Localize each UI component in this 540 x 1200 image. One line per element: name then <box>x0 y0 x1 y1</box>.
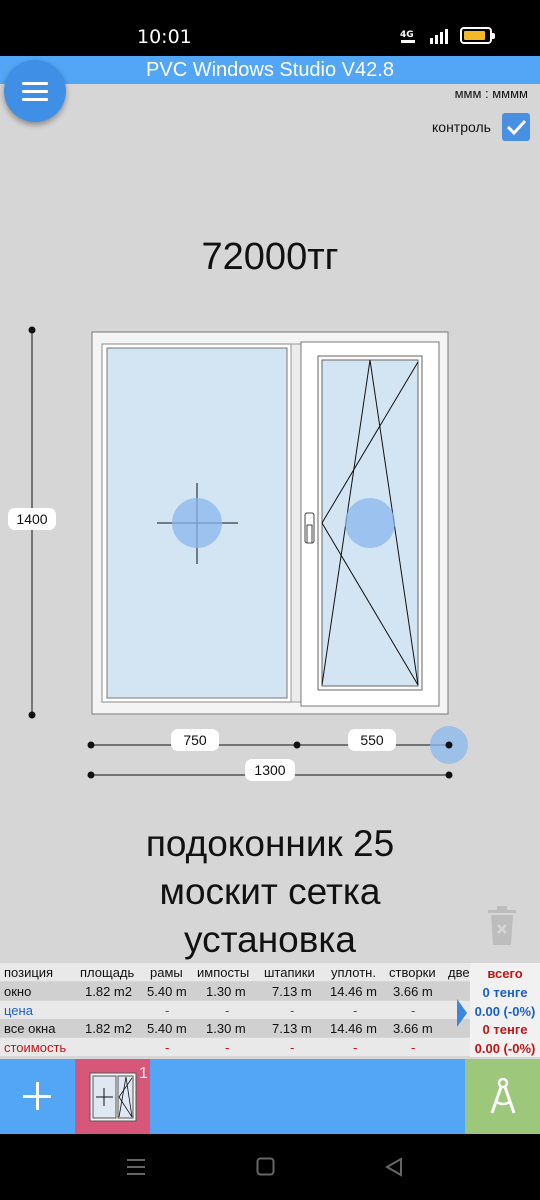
table-cell: 7.13 m <box>272 984 312 999</box>
table-cell: - <box>225 1040 230 1055</box>
note-line: установка <box>184 919 356 960</box>
right-width-label[interactable]: 550 <box>348 729 396 751</box>
totals-column: всего 0 тенге 0.00 (-0%) 0 тенге 0.00 (-… <box>470 963 540 1057</box>
table-cell: 14.46 m <box>330 984 377 999</box>
note-line: москит сетка <box>159 871 381 912</box>
column-header: уплотн. <box>331 965 376 980</box>
total-cell: 0 тенге <box>482 985 528 1000</box>
window-thumbnail[interactable]: 1 <box>75 1059 150 1134</box>
table-cell: - <box>411 1040 416 1055</box>
window-thumbnail-icon <box>89 1072 137 1122</box>
table-cell: 5.40 m <box>147 1021 187 1036</box>
height-dimension-label[interactable]: 1400 <box>8 508 56 530</box>
table-cell: 14.46 m <box>330 1021 377 1036</box>
table-cell: - <box>353 1040 358 1055</box>
column-header: рамы <box>150 965 183 980</box>
table-cell: 1.30 m <box>206 1021 246 1036</box>
add-window-button[interactable] <box>0 1059 75 1134</box>
column-header: импосты <box>197 965 250 980</box>
total-width-label[interactable]: 1300 <box>245 759 295 781</box>
compass-icon <box>490 1077 516 1114</box>
order-notes: подоконник 25 москит сетка установка <box>0 820 540 964</box>
trash-icon[interactable] <box>486 906 518 946</box>
table-cell: - <box>411 1003 416 1018</box>
table-cell: - <box>225 1003 230 1018</box>
table-cell: 1.82 m2 <box>85 1021 132 1036</box>
fixed-pane-handle-marker <box>172 498 222 548</box>
left-width-label[interactable]: 750 <box>171 729 219 751</box>
window-count-badge: 1 <box>139 1065 148 1082</box>
home-icon[interactable] <box>256 1157 275 1176</box>
note-line: подоконник 25 <box>145 823 395 864</box>
table-cell: 1.30 m <box>206 984 246 999</box>
table-cell: 3.66 m <box>393 1021 433 1036</box>
table-cell: 7.13 m <box>272 1021 312 1036</box>
total-header: всего <box>487 966 523 981</box>
table-cell: 5.40 m <box>147 984 187 999</box>
column-header: позиция <box>4 965 54 980</box>
column-header: две <box>448 965 470 980</box>
column-header: штапики <box>264 965 315 980</box>
row-label: окно <box>4 984 32 999</box>
table-row[interactable]: стоимость - - - - - <box>0 1038 470 1056</box>
total-cell: 0 тенге <box>482 1022 528 1037</box>
measure-button[interactable] <box>465 1059 540 1134</box>
mullion <box>290 343 302 703</box>
window-drawing[interactable] <box>0 0 540 800</box>
total-cell: 0.00 (-0%) <box>474 1041 536 1056</box>
table-cell: 3.66 m <box>393 984 433 999</box>
system-nav-bar <box>0 1134 540 1200</box>
total-cell: 0.00 (-0%) <box>474 1004 536 1019</box>
row-label: цена <box>4 1003 33 1018</box>
table-cell: - <box>165 1040 170 1055</box>
recent-apps-icon[interactable] <box>126 1158 146 1176</box>
table-row[interactable]: все окна 1.82 m2 5.40 m 1.30 m 7.13 m 14… <box>0 1019 470 1037</box>
table-row[interactable]: цена - - - - - <box>0 1001 470 1019</box>
expand-arrow-icon[interactable] <box>457 999 467 1027</box>
table-cell: - <box>290 1003 295 1018</box>
table-cell: - <box>353 1003 358 1018</box>
table-header-row: позиция площадь рамы импосты штапики упл… <box>0 963 470 981</box>
back-icon[interactable] <box>384 1157 404 1177</box>
table-cell: - <box>290 1040 295 1055</box>
row-label: все окна <box>4 1021 56 1036</box>
column-header: площадь <box>80 965 135 980</box>
table-row[interactable]: окно 1.82 m2 5.40 m 1.30 m 7.13 m 14.46 … <box>0 982 470 1000</box>
sash-marker <box>345 498 395 548</box>
table-cell: 1.82 m2 <box>85 984 132 999</box>
table-cell: - <box>165 1003 170 1018</box>
row-label: стоимость <box>4 1040 67 1055</box>
column-header: створки <box>389 965 436 980</box>
